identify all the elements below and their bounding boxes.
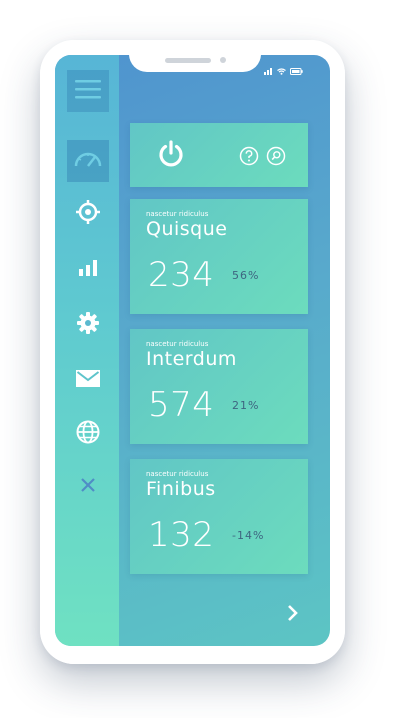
stat-card-interdum[interactable]: nascetur ridiculus Interdum 574 21% xyxy=(130,329,308,444)
sidebar-item-target[interactable] xyxy=(67,193,109,235)
power-icon[interactable] xyxy=(156,139,186,173)
close-icon xyxy=(81,477,95,496)
sidebar-item-web[interactable] xyxy=(67,413,109,455)
crosshair-icon xyxy=(76,200,100,228)
next-button[interactable] xyxy=(284,603,302,627)
stat-subtitle: nascetur ridiculus xyxy=(146,340,209,348)
signal-icon xyxy=(264,60,273,79)
sidebar-item-stats[interactable] xyxy=(67,249,109,291)
stat-change: 21% xyxy=(232,399,260,412)
sidebar-item-mail[interactable] xyxy=(67,359,109,401)
sidebar-item-settings[interactable] xyxy=(67,304,109,346)
stat-title: Interdum xyxy=(146,348,237,370)
stat-value: 234 xyxy=(148,255,215,295)
stat-card-finibus[interactable]: nascetur ridiculus Finibus 132 -14% xyxy=(130,459,308,574)
stat-subtitle: nascetur ridiculus xyxy=(146,470,209,478)
gear-icon xyxy=(77,312,99,338)
speedometer-icon xyxy=(73,149,103,173)
bar-chart-icon xyxy=(79,260,97,280)
stat-card-quisque[interactable]: nascetur ridiculus Quisque 234 56% xyxy=(130,199,308,314)
sidebar-item-close[interactable] xyxy=(67,465,109,507)
hamburger-icon xyxy=(75,78,101,104)
search-icon[interactable] xyxy=(266,146,286,170)
stat-title: Quisque xyxy=(146,218,228,240)
stat-value: 132 xyxy=(148,515,215,555)
status-bar xyxy=(264,64,303,75)
stat-subtitle: nascetur ridiculus xyxy=(146,210,209,218)
stat-change: 56% xyxy=(232,269,260,282)
speaker xyxy=(165,58,211,63)
envelope-icon xyxy=(76,369,100,391)
menu-button[interactable] xyxy=(67,70,109,112)
chevron-right-icon xyxy=(287,604,299,626)
stat-title: Finibus xyxy=(146,478,216,500)
sidebar-item-dashboard[interactable] xyxy=(67,140,109,182)
globe-icon xyxy=(76,420,100,448)
battery-icon xyxy=(290,60,303,79)
wifi-icon xyxy=(277,60,286,79)
help-icon[interactable] xyxy=(239,146,259,170)
stat-change: -14% xyxy=(232,529,265,542)
camera xyxy=(220,57,226,63)
stat-value: 574 xyxy=(148,385,215,425)
header-card xyxy=(130,123,308,187)
